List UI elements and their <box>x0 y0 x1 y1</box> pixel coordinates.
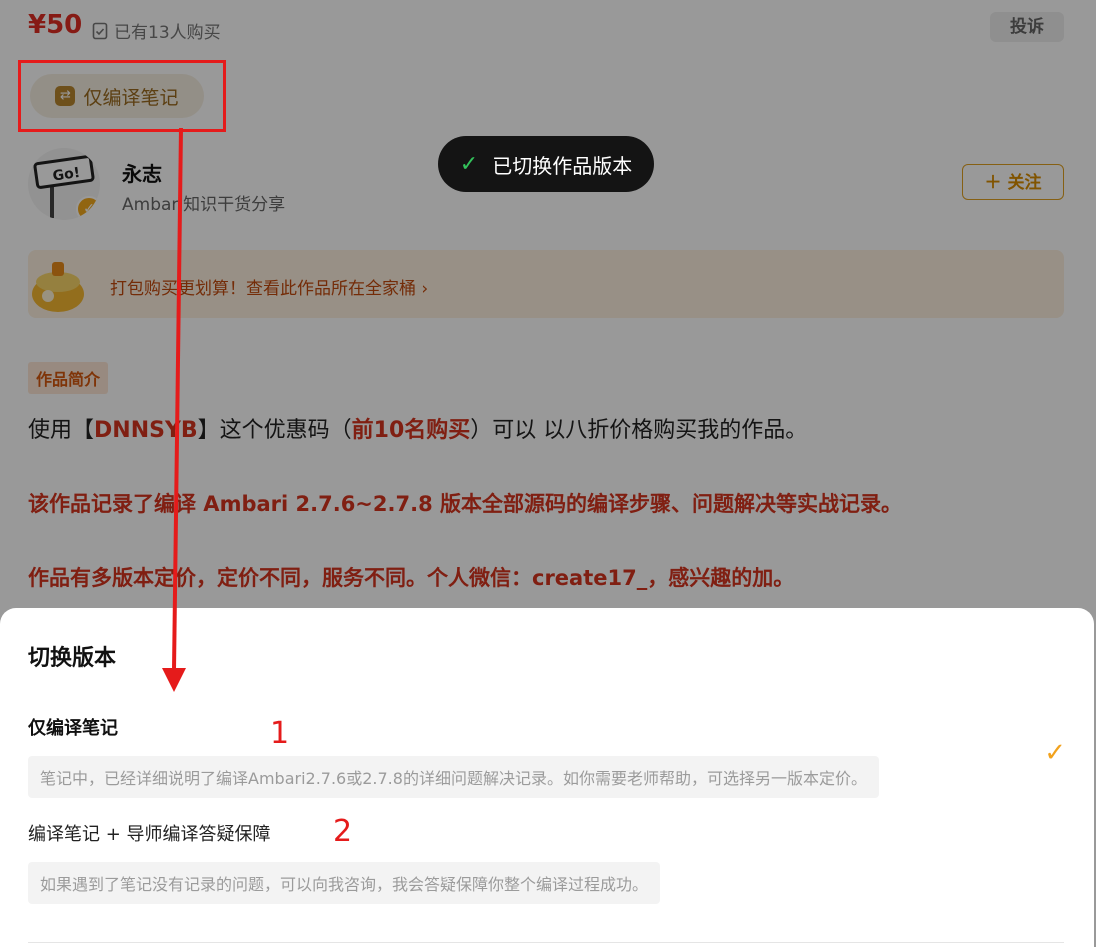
selected-check-icon: ✓ <box>1044 738 1066 768</box>
version-option-2[interactable]: 编译笔记 + 导师编译答疑保障 如果遇到了笔记没有记录的问题，可以向我咨询，我会… <box>28 820 1064 904</box>
annotation-highlight-box <box>18 60 226 132</box>
check-icon: ✓ <box>459 151 479 177</box>
version-option-1[interactable]: 仅编译笔记 笔记中，已经详细说明了编译Ambari2.7.6或2.7.8的详细问… <box>28 714 1064 798</box>
sheet-title: 切换版本 <box>28 646 117 671</box>
version-option-name: 仅编译笔记 <box>28 718 118 739</box>
annotation-number-1: 1 <box>270 716 290 751</box>
version-option-desc: 笔记中，已经详细说明了编译Ambari2.7.6或2.7.8的详细问题解决记录。… <box>28 756 879 798</box>
divider <box>28 942 1064 943</box>
version-option-name: 编译笔记 + 导师编译答疑保障 <box>28 824 271 845</box>
version-switch-sheet: 切换版本 仅编译笔记 笔记中，已经详细说明了编译Ambari2.7.6或2.7.… <box>0 608 1094 947</box>
toast: ✓ 已切换作品版本 <box>438 136 654 192</box>
toast-text: 已切换作品版本 <box>492 153 633 178</box>
version-option-desc: 如果遇到了笔记没有记录的问题，可以向我咨询，我会答疑保障你整个编译过程成功。 <box>28 862 661 904</box>
annotation-number-2: 2 <box>333 814 353 849</box>
